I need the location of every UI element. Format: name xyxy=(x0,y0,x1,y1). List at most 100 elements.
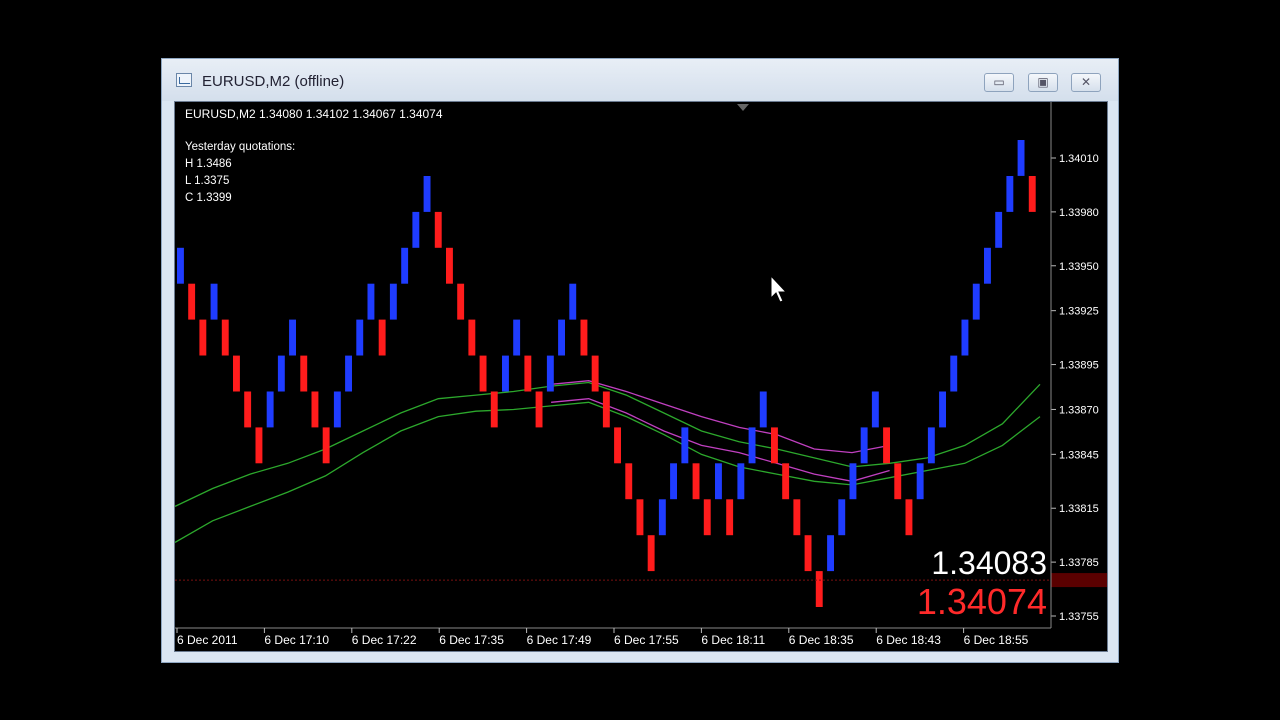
renko-brick xyxy=(703,499,711,536)
renko-brick xyxy=(950,355,958,392)
renko-brick xyxy=(905,499,913,536)
renko-brick xyxy=(412,211,420,248)
yesterday-label: Yesterday quotations: xyxy=(185,141,295,153)
renko-chart[interactable]: EURUSD,M2 1.34080 1.34102 1.34067 1.3407… xyxy=(175,102,1107,651)
y-tick-label: 1.34010 xyxy=(1059,153,1099,165)
x-tick-label: 6 Dec 17:35 xyxy=(439,633,504,647)
renko-brick xyxy=(423,176,431,212)
renko-brick xyxy=(289,319,296,356)
renko-brick xyxy=(759,391,767,428)
y-tick-label: 1.33980 xyxy=(1059,207,1099,219)
x-tick-label: 6 Dec 17:10 xyxy=(264,633,329,647)
renko-brick xyxy=(177,247,184,284)
y-tick-label: 1.33785 xyxy=(1059,557,1099,569)
renko-brick xyxy=(367,283,375,320)
renko-brick xyxy=(972,283,980,320)
yesterday-low: L 1.3375 xyxy=(185,175,229,187)
renko-brick xyxy=(233,355,240,392)
renko-brick xyxy=(782,463,790,500)
renko-brick xyxy=(625,463,633,500)
renko-brick xyxy=(524,355,532,392)
renko-brick xyxy=(793,499,801,536)
renko-brick xyxy=(356,319,364,356)
renko-brick xyxy=(345,355,352,392)
renko-brick xyxy=(614,427,621,464)
chart-area[interactable]: EURUSD,M2 1.34080 1.34102 1.34067 1.3407… xyxy=(174,101,1108,652)
symbol-header: EURUSD,M2 1.34080 1.34102 1.34067 1.3407… xyxy=(185,107,443,121)
yesterday-high: H 1.3486 xyxy=(185,158,232,170)
renko-brick xyxy=(188,283,196,320)
renko-brick xyxy=(737,463,745,500)
window-titlebar[interactable]: EURUSD,M2 (offline) ▭ ▣ ✕ xyxy=(162,59,1118,101)
minimize-button[interactable]: ▭ xyxy=(984,73,1014,92)
renko-brick xyxy=(210,283,218,320)
x-tick-label: 6 Dec 18:11 xyxy=(701,633,765,647)
renko-brick xyxy=(1028,176,1036,212)
renko-brick xyxy=(984,247,991,284)
renko-brick xyxy=(479,355,487,392)
renko-brick xyxy=(591,355,599,392)
renko-brick xyxy=(311,391,319,428)
maximize-button[interactable]: ▣ xyxy=(1028,73,1058,92)
renko-brick xyxy=(726,499,734,536)
x-tick-label: 6 Dec 18:35 xyxy=(789,633,854,647)
x-tick-label: 6 Dec 18:55 xyxy=(964,633,1029,647)
renko-brick xyxy=(266,391,274,428)
y-tick-label: 1.33895 xyxy=(1059,360,1099,372)
bid-price-label: 1.34083 xyxy=(931,545,1047,581)
renko-brick xyxy=(333,391,341,428)
x-tick-label: 6 Dec 18:43 xyxy=(876,633,941,647)
window-title: EURUSD,M2 (offline) xyxy=(202,73,345,90)
y-tick-label: 1.33815 xyxy=(1059,503,1099,515)
renko-brick xyxy=(692,463,700,500)
renko-brick xyxy=(815,571,823,607)
x-tick-label: 6 Dec 17:55 xyxy=(614,633,679,647)
mouse-pointer-icon xyxy=(770,274,788,303)
x-tick-label: 6 Dec 17:49 xyxy=(527,633,592,647)
renko-brick xyxy=(221,319,229,356)
renko-brick xyxy=(939,391,946,428)
renko-brick xyxy=(389,283,397,320)
renko-brick xyxy=(468,319,476,356)
y-tick-label: 1.33950 xyxy=(1059,261,1099,273)
renko-brick xyxy=(838,499,846,536)
renko-brick xyxy=(199,319,207,356)
close-button[interactable]: ✕ xyxy=(1071,73,1101,92)
y-tick-label: 1.33925 xyxy=(1059,306,1099,318)
renko-brick xyxy=(748,427,756,464)
renko-brick xyxy=(670,463,677,500)
y-tick-label: 1.33845 xyxy=(1059,449,1099,461)
ask-price-label: 1.34074 xyxy=(917,581,1047,622)
chart-window: EURUSD,M2 (offline) ▭ ▣ ✕ EURUSD,M2 1.34… xyxy=(161,58,1119,663)
renko-brick xyxy=(457,283,465,320)
scroll-marker-icon[interactable] xyxy=(737,104,749,111)
yesterday-close: C 1.3399 xyxy=(185,192,232,204)
y-tick-label: 1.33755 xyxy=(1059,611,1099,623)
renko-brick xyxy=(546,355,554,392)
renko-brick xyxy=(771,427,778,464)
current-price-tag xyxy=(1051,573,1107,588)
renko-brick xyxy=(927,427,935,464)
renko-brick xyxy=(647,535,655,572)
renko-brick xyxy=(401,247,409,284)
moving-average-line-2 xyxy=(551,380,890,454)
renko-brick xyxy=(602,391,610,428)
renko-brick xyxy=(558,319,565,356)
renko-brick xyxy=(1006,176,1014,212)
renko-brick xyxy=(995,211,1003,248)
renko-brick xyxy=(535,391,543,428)
renko-brick xyxy=(1017,140,1025,176)
renko-brick xyxy=(580,319,588,356)
renko-brick xyxy=(490,391,498,428)
renko-brick xyxy=(804,535,812,572)
renko-brick xyxy=(434,211,442,248)
renko-brick xyxy=(883,427,890,464)
renko-brick xyxy=(502,355,509,392)
renko-brick xyxy=(446,247,453,284)
renko-brick xyxy=(244,391,252,428)
renko-brick xyxy=(569,283,577,320)
renko-brick xyxy=(860,427,868,464)
renko-brick xyxy=(378,319,386,356)
renko-brick xyxy=(961,319,969,356)
renko-brick xyxy=(715,463,722,500)
